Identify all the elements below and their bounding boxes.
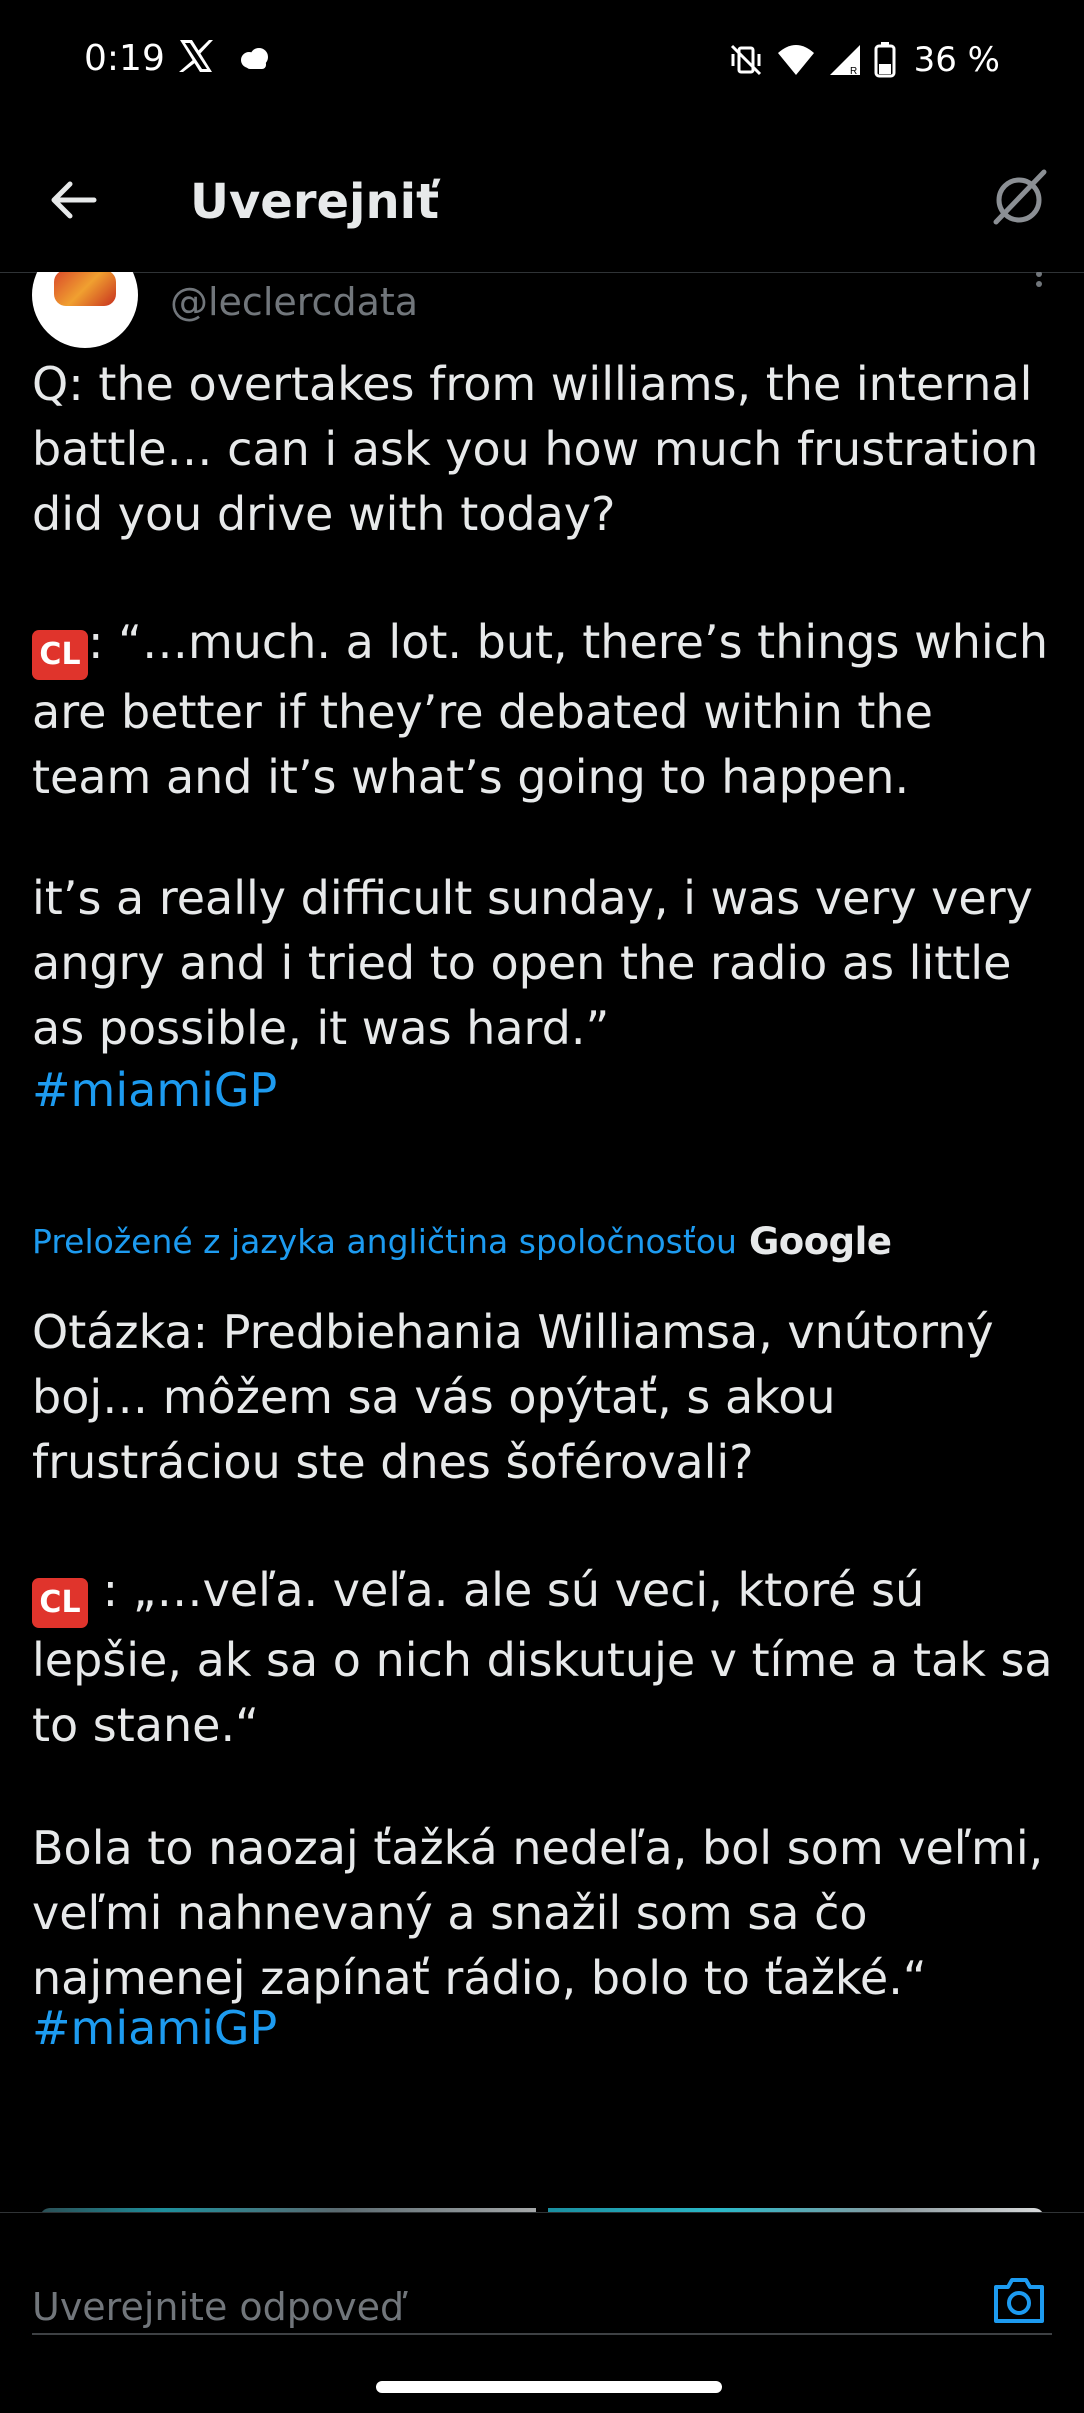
battery-icon [874, 42, 896, 78]
translated-paragraph-2: CL : „…veľa. veľa. ale sú veci, ktoré sú… [32, 1558, 1062, 1758]
tweet-paragraph-3: it’s a really difficult sunday, i was ve… [32, 871, 1048, 1055]
wifi-icon [777, 45, 814, 75]
page-title: Uverejniť [190, 174, 440, 230]
more-options-icon[interactable] [1034, 272, 1044, 290]
translated-paragraph-2-text: : „…veľa. veľa. ale sú veci, ktoré sú le… [32, 1563, 1068, 1752]
camera-icon[interactable] [990, 2271, 1048, 2329]
translated-hashtag-link[interactable]: #miamiGP [32, 1996, 277, 2061]
translation-attribution[interactable]: Preložené z jazyka angličtina spoločnosť… [32, 1220, 892, 1263]
hashtag-link[interactable]: #miamiGP [32, 1058, 277, 1123]
translated-paragraph-1: Otázka: Predbiehania Williamsa, vnútorný… [32, 1305, 1009, 1489]
google-logo: Google [748, 1220, 892, 1263]
cell-signal-icon: R [829, 45, 860, 77]
tweet-paragraph-2: CL: “…much. a lot. but, there’s things w… [32, 610, 1062, 810]
battery-percent: 36 % [913, 40, 1000, 80]
avatar[interactable] [32, 272, 138, 348]
status-icons: R 36 % [728, 38, 1000, 82]
arrow-left-icon[interactable] [44, 170, 104, 230]
translation-note: Preložené z jazyka angličtina spoločnosť… [32, 1222, 737, 1261]
reply-input-underline [32, 2333, 1052, 2335]
tweet-paragraph-1: Q: the overtakes from williams, the inte… [32, 357, 1054, 541]
status-bar: 0:19 R 36 % [0, 0, 1084, 124]
author-handle[interactable]: @leclercdata [170, 280, 418, 324]
cloud-notification-icon [241, 48, 268, 69]
vibrate-off-icon [730, 44, 761, 76]
x-logo-icon [179, 40, 213, 72]
svg-text:R: R [850, 66, 857, 77]
tweet-detail: @leclercdata Q: the overtakes from willi… [0, 272, 1084, 2212]
top-app-bar: Uverejniť [0, 124, 1084, 273]
reply-input[interactable]: Uverejnite odpoveď [32, 2285, 404, 2329]
reply-bar: Uverejnite odpoveď [0, 2212, 1084, 2413]
translated-paragraph-3: Bola to naozaj ťažká nedeľa, bol som veľ… [32, 1821, 1058, 2005]
grok-icon[interactable] [984, 164, 1054, 234]
cl-badge-translated: CL [32, 1578, 88, 1628]
status-time: 0:19 [84, 38, 165, 79]
home-indicator[interactable] [376, 2381, 722, 2393]
cl-badge: CL [32, 630, 88, 680]
avatar-image [54, 272, 116, 306]
tweet-paragraph-2-text: : “…much. a lot. but, there’s things whi… [32, 615, 1063, 804]
